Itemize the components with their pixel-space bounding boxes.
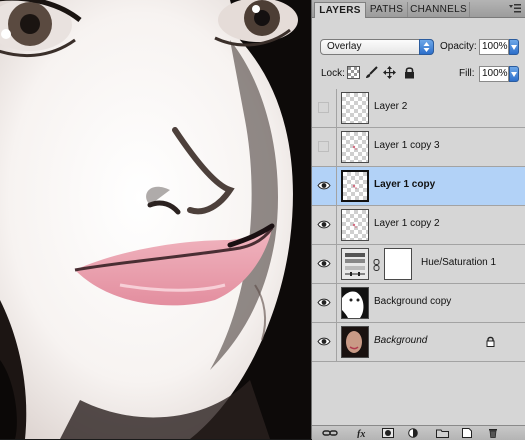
eye-icon [317, 337, 331, 346]
layer-row-layer-1-copy[interactable]: Layer 1 copy [312, 167, 525, 206]
visibility-toggle[interactable] [312, 245, 337, 283]
visibility-toggle[interactable] [312, 128, 337, 166]
padlock-icon[interactable] [403, 66, 416, 79]
new-group-icon[interactable] [436, 428, 449, 438]
opacity-dropdown-button[interactable] [509, 39, 519, 55]
layer-name[interactable]: Background [374, 335, 427, 346]
layer-mask-thumbnail[interactable] [384, 248, 412, 280]
fill-input[interactable]: 100% [479, 66, 509, 82]
layer-thumbnail [341, 170, 369, 202]
tab-paths[interactable]: PATHS [366, 2, 408, 17]
layer-row-background-copy[interactable]: Background copy [312, 284, 525, 323]
opacity-label: Opacity: [440, 41, 477, 52]
new-layer-icon[interactable] [462, 428, 472, 438]
svg-text:fx: fx [357, 429, 365, 438]
layer-row-layer-1-copy-3[interactable]: Layer 1 copy 3 [312, 128, 525, 167]
layers-panel: LAYERS PATHS CHANNELS Overlay Opacity: 1… [311, 0, 525, 440]
layer-thumbnail [341, 92, 369, 124]
layer-name[interactable]: Layer 1 copy 2 [374, 218, 440, 229]
blend-mode-value: Overlay [327, 41, 362, 52]
link-layers-icon[interactable] [322, 428, 338, 438]
eye-icon [317, 298, 331, 307]
visibility-off-box [318, 141, 329, 152]
layer-row-hue-saturation-1[interactable]: Hue/Saturation 1 [312, 245, 525, 284]
visibility-toggle[interactable] [312, 284, 337, 322]
trash-icon[interactable] [488, 428, 498, 438]
visibility-toggle[interactable] [312, 206, 337, 244]
layer-name[interactable]: Layer 1 copy 3 [374, 140, 440, 151]
document-canvas[interactable] [0, 0, 311, 439]
layer-style-icon[interactable]: fx [356, 428, 370, 438]
chain-link-icon[interactable] [373, 259, 381, 271]
layer-row-background[interactable]: Background [312, 323, 525, 362]
layer-name[interactable]: Hue/Saturation 1 [421, 257, 496, 268]
brush-lock-icon[interactable] [365, 66, 378, 79]
layer-row-layer-2[interactable]: Layer 2 [312, 89, 525, 128]
move-lock-icon[interactable] [383, 66, 396, 79]
layer-name[interactable]: Layer 1 copy [374, 179, 435, 190]
visibility-off-box [318, 102, 329, 113]
portrait-photo [0, 0, 311, 439]
hue-saturation-adjustment-icon [341, 248, 369, 280]
visibility-toggle[interactable] [312, 167, 337, 205]
eye-icon [317, 181, 331, 190]
layer-name[interactable]: Layer 2 [374, 101, 407, 112]
layer-thumbnail [341, 209, 369, 241]
opacity-input[interactable]: 100% [479, 39, 509, 55]
up-down-arrows-icon [423, 42, 430, 52]
eye-icon [317, 259, 331, 268]
tab-channels[interactable]: CHANNELS [408, 2, 470, 17]
triangle-down-icon [511, 45, 517, 50]
visibility-toggle[interactable] [312, 323, 337, 361]
add-mask-icon[interactable] [382, 428, 394, 438]
tab-layers[interactable]: LAYERS [314, 2, 366, 18]
padlock-icon [486, 336, 495, 347]
eye-icon [317, 220, 331, 229]
layer-thumbnail [341, 131, 369, 163]
lock-label: Lock: [321, 68, 345, 79]
panel-menu-icon[interactable] [508, 3, 522, 14]
layer-row-layer-1-copy-2[interactable]: Layer 1 copy 2 [312, 206, 525, 245]
layer-thumbnail [341, 287, 369, 319]
panel-tab-bar: LAYERS PATHS CHANNELS [312, 0, 525, 18]
visibility-toggle[interactable] [312, 89, 337, 127]
adjustment-layer-icon[interactable] [408, 428, 418, 438]
fill-label: Fill: [459, 68, 475, 79]
triangle-down-icon [511, 72, 517, 77]
layers-panel-toolbar: fx [312, 425, 525, 440]
transparency-lock-icon[interactable] [347, 66, 360, 79]
blend-mode-dropdown[interactable]: Overlay [320, 39, 434, 55]
blend-mode-stepper[interactable] [419, 39, 434, 55]
fill-dropdown-button[interactable] [509, 66, 519, 82]
layer-name[interactable]: Background copy [374, 296, 451, 307]
layer-thumbnail [341, 326, 369, 358]
